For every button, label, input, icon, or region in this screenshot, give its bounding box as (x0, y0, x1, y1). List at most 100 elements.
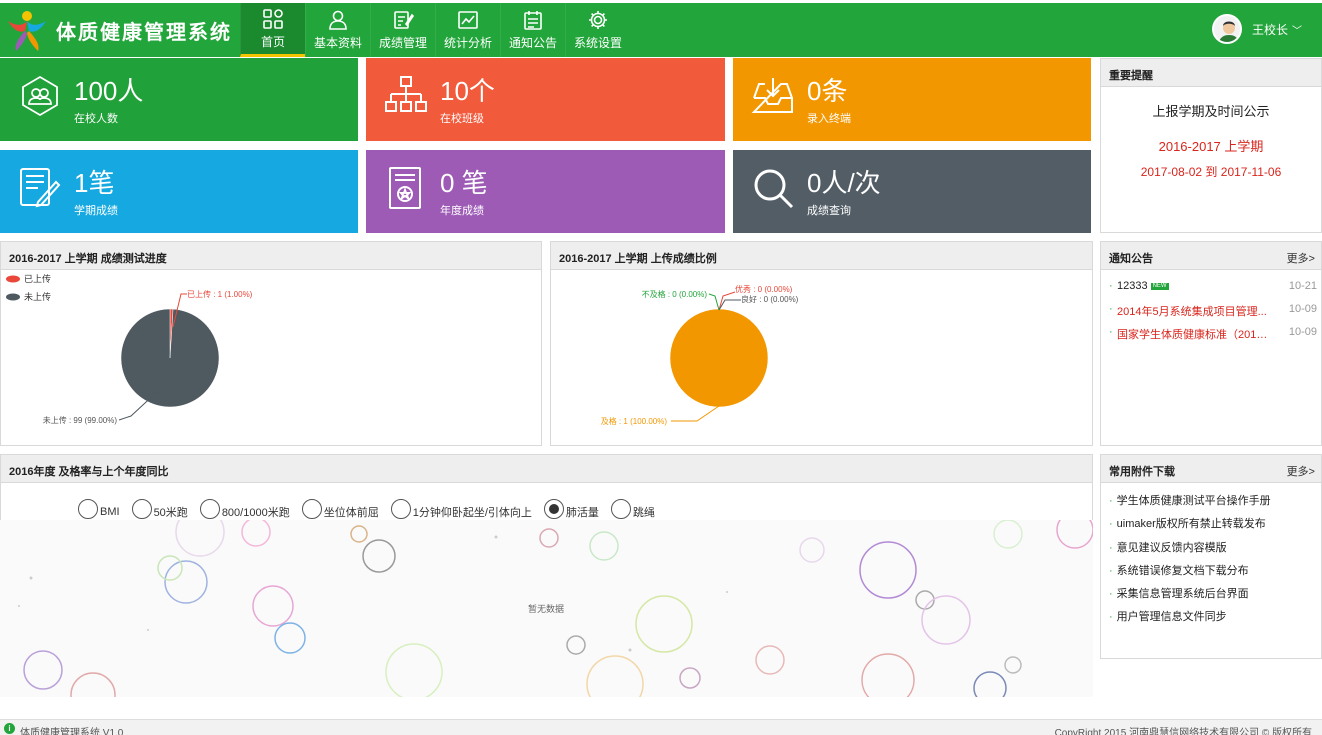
list-item[interactable]: · 2014年5月系统集成项目管理... 10-09 (1109, 303, 1317, 319)
nav-notices[interactable]: 通知公告 (500, 3, 565, 57)
list-item[interactable]: · 12333 NEW 10-21 (1109, 280, 1317, 296)
nav-score-mgmt[interactable]: 成绩管理 (370, 3, 435, 57)
radio-circle[interactable] (199, 499, 220, 519)
panel-header: 重要提醒 (1101, 59, 1321, 87)
bullet: · (1109, 495, 1113, 507)
radio-sit-reach[interactable]: 坐位体前屈 (301, 498, 379, 520)
tile-label: 成绩查询 (807, 205, 851, 217)
chevron-down-icon[interactable]: ﹀ (1292, 22, 1302, 37)
download-item[interactable]: · 系统错误修复文档下载分布 (1109, 562, 1249, 578)
reminder-range: 2017-08-02 到 2017-11-06 (1140, 165, 1282, 179)
notices-panel: 通知公告 更多> · 12333 NEW 10-21 · 2014年5月系统集成项… (1100, 241, 1322, 446)
radio-situps-pullups[interactable]: 1分钟仰卧起坐/引体向上 (390, 498, 532, 520)
notice-title: 12333 NEW (1117, 280, 1169, 292)
ratio-pie-chart: 优秀 : 0 (0.00%) 良好 : 0 (0.00%) 不及格 : 0 (0… (601, 284, 799, 426)
leader-line (671, 405, 720, 422)
users-icon (22, 75, 58, 117)
radio-label: 跳绳 (632, 507, 655, 519)
radio-circle[interactable] (78, 499, 98, 519)
nav-basic-info[interactable]: 基本资料 (305, 3, 370, 57)
downloads-panel: 常用附件下载 更多> · 学生体质健康测试平台操作手册 · uimaker版权所有禁… (1100, 454, 1322, 659)
tile-label: 年度成绩 (440, 205, 484, 217)
panel-header: 2016-2017 上学期 成绩测试进度 (1, 242, 541, 270)
top-nav-bar: 体质健康管理系统 首页 基本资料 成绩管理 统计分析 通知公告 系统设置 王校长… (0, 3, 1322, 57)
nav-statistics[interactable]: 统计分析 (435, 3, 500, 57)
stat-tile-classes[interactable]: 10个 在校班级 (366, 58, 725, 141)
radio-label: 1分钟仰卧起坐/引体向上 (412, 507, 532, 519)
radio-50m[interactable]: 50米跑 (131, 498, 188, 520)
reminder-panel: 重要提醒 上报学期及时间公示 2016-2017 上学期 2017-08-02 … (1100, 58, 1322, 233)
more-link[interactable]: 更多> (1287, 463, 1315, 479)
panel-title: 2016-2017 上学期 成绩测试进度 (9, 253, 167, 265)
nav-home[interactable]: 首页 (240, 3, 305, 57)
progress-panel: 2016-2017 上学期 成绩测试进度 已上传 未上传 已上传 : 1 (1.… (0, 241, 542, 446)
list-item[interactable]: · 国家学生体质健康标准（2014... 10-09 (1109, 326, 1317, 342)
radio-800-1000m[interactable]: 800/1000米跑 (199, 498, 290, 520)
radio-circle[interactable] (301, 499, 322, 519)
radio-bmi[interactable]: BMI (78, 499, 120, 519)
panel-header: 常用附件下载 更多> (1101, 455, 1321, 483)
panel-title: 通知公告 (1109, 253, 1153, 265)
stat-tile-terminals[interactable]: 0条 录入终端 (733, 58, 1091, 141)
notice-title: 2014年5月系统集成项目管理... (1117, 306, 1267, 318)
app-title: 体质健康管理系统 (56, 19, 232, 44)
nav-label: 基本资料 (313, 36, 362, 50)
tile-value: 0人/次 (807, 168, 881, 198)
panel-header: 2016年度 及格率与上个年度同比 (1, 455, 1092, 483)
download-item[interactable]: · uimaker版权所有禁止转载发布 (1109, 515, 1266, 531)
tile-label: 在校人数 (74, 113, 118, 125)
pie-slice-及格[interactable] (669, 308, 769, 408)
user-menu[interactable]: 王校长 ﹀ (1211, 14, 1302, 44)
pie-label-uploaded: 已上传 : 1 (1.00%) (187, 289, 253, 299)
radio-circle[interactable] (131, 499, 152, 519)
leader-line (718, 299, 741, 311)
bullet: · (1109, 588, 1113, 600)
radio-label: BMI (100, 506, 120, 518)
panel-title: 重要提醒 (1109, 70, 1153, 82)
ratio-panel: 2016-2017 上学期 上传成绩比例 优秀 : 0 (0.00%) 良好 :… (550, 241, 1093, 446)
radio-circle[interactable] (610, 499, 631, 519)
footer-copyright: CopyRight 2015 河南鼎慧信网络技术有限公司 © 版权所有 (1054, 728, 1312, 735)
radio-jump-rope[interactable]: 跳绳 (610, 498, 655, 520)
pie-label-good: 良好 : 0 (0.00%) (741, 294, 799, 304)
inbox-download-icon (751, 78, 793, 113)
download-item[interactable]: · 学生体质健康测试平台操作手册 (1109, 492, 1271, 508)
radio-label: 坐位体前屈 (323, 507, 379, 519)
bullet: · (1109, 303, 1113, 315)
pie-slice-未上传[interactable] (120, 308, 220, 408)
notice-date: 10-09 (1288, 303, 1317, 315)
avatar (1211, 14, 1242, 44)
stat-tile-term-scores[interactable]: 1笔 学期成绩 (0, 150, 358, 233)
panel-header: 通知公告 更多> (1101, 242, 1321, 270)
nav-label: 系统设置 (573, 36, 622, 50)
pie-label-pass: 及格 : 1 (100.00%) (601, 416, 668, 426)
bullet: · (1109, 280, 1113, 292)
leader-line (718, 291, 736, 311)
info-icon: i (4, 723, 15, 734)
edit-note-icon (20, 168, 61, 208)
tile-label: 学期成绩 (74, 205, 118, 217)
footer-version: 体质健康管理系统 V1.0 (20, 728, 124, 735)
stat-tile-score-queries[interactable]: 0人/次 成绩查询 (733, 150, 1091, 233)
nav-label: 成绩管理 (378, 36, 427, 50)
radio-circle[interactable] (390, 499, 411, 519)
pie-label-fail: 不及格 : 0 (0.00%) (642, 289, 708, 299)
tile-label: 在校班级 (440, 113, 484, 125)
notice-date: 10-21 (1288, 280, 1317, 292)
more-link[interactable]: 更多> (1287, 250, 1315, 266)
download-item[interactable]: · 意见建议反馈内容模版 (1109, 539, 1227, 555)
bullet: · (1109, 326, 1113, 338)
tile-value: 0 笔 (440, 168, 488, 198)
download-item[interactable]: · 用户管理信息文件同步 (1109, 608, 1227, 624)
bullet: · (1109, 518, 1113, 530)
stat-tile-annual-scores[interactable]: 0 笔 年度成绩 (366, 150, 725, 233)
radio-lung-capacity[interactable]: 肺活量 (543, 498, 599, 520)
tile-value: 0条 (807, 76, 848, 106)
download-item[interactable]: · 采集信息管理系统后台界面 (1109, 585, 1249, 601)
panel-header: 2016-2017 上学期 上传成绩比例 (551, 242, 1092, 270)
radio-circle[interactable] (543, 499, 564, 519)
pie-slices (120, 308, 220, 408)
nav-settings[interactable]: 系统设置 (565, 3, 630, 57)
notice-board-icon (524, 11, 542, 30)
stat-tile-students[interactable]: 100人 在校人数 (0, 58, 358, 141)
